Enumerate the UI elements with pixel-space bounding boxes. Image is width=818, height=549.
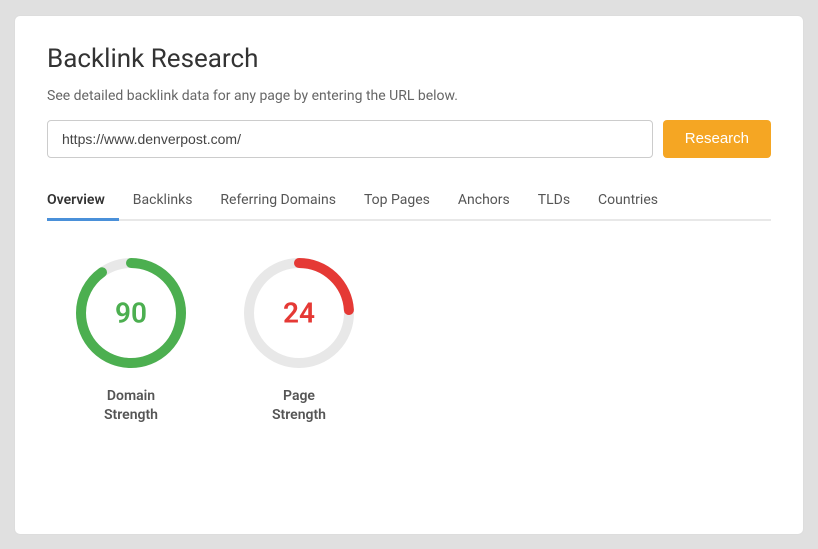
tabs-nav: OverviewBacklinksReferring DomainsTop Pa… bbox=[47, 182, 771, 221]
metric-page-strength: 24 PageStrength bbox=[239, 253, 359, 426]
tab-countries[interactable]: Countries bbox=[584, 182, 672, 221]
tab-tlds[interactable]: TLDs bbox=[524, 182, 584, 221]
page-strength-value: 24 bbox=[283, 296, 315, 329]
url-input[interactable] bbox=[47, 120, 653, 158]
tab-anchors[interactable]: Anchors bbox=[444, 182, 524, 221]
page-strength-label: PageStrength bbox=[272, 387, 326, 426]
research-button[interactable]: Research bbox=[663, 120, 771, 158]
tab-top-pages[interactable]: Top Pages bbox=[350, 182, 444, 221]
tab-backlinks[interactable]: Backlinks bbox=[119, 182, 207, 221]
main-card: Backlink Research See detailed backlink … bbox=[14, 15, 804, 535]
page-title: Backlink Research bbox=[47, 44, 771, 74]
metric-domain-strength: 90 DomainStrength bbox=[71, 253, 191, 426]
domain-strength-label: DomainStrength bbox=[104, 387, 158, 426]
tab-overview[interactable]: Overview bbox=[47, 182, 119, 221]
tab-referring-domains[interactable]: Referring Domains bbox=[206, 182, 350, 221]
subtitle-text: See detailed backlink data for any page … bbox=[47, 88, 771, 104]
search-row: Research bbox=[47, 120, 771, 158]
metrics-row: 90 DomainStrength 24 PageStrength bbox=[47, 253, 771, 426]
domain-strength-value: 90 bbox=[115, 296, 147, 329]
